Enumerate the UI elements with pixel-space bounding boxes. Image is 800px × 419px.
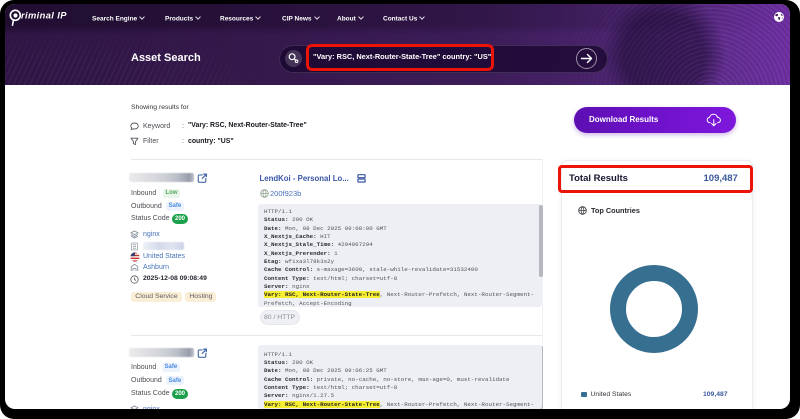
svg-text:riminal IP: riminal IP xyxy=(21,11,67,21)
